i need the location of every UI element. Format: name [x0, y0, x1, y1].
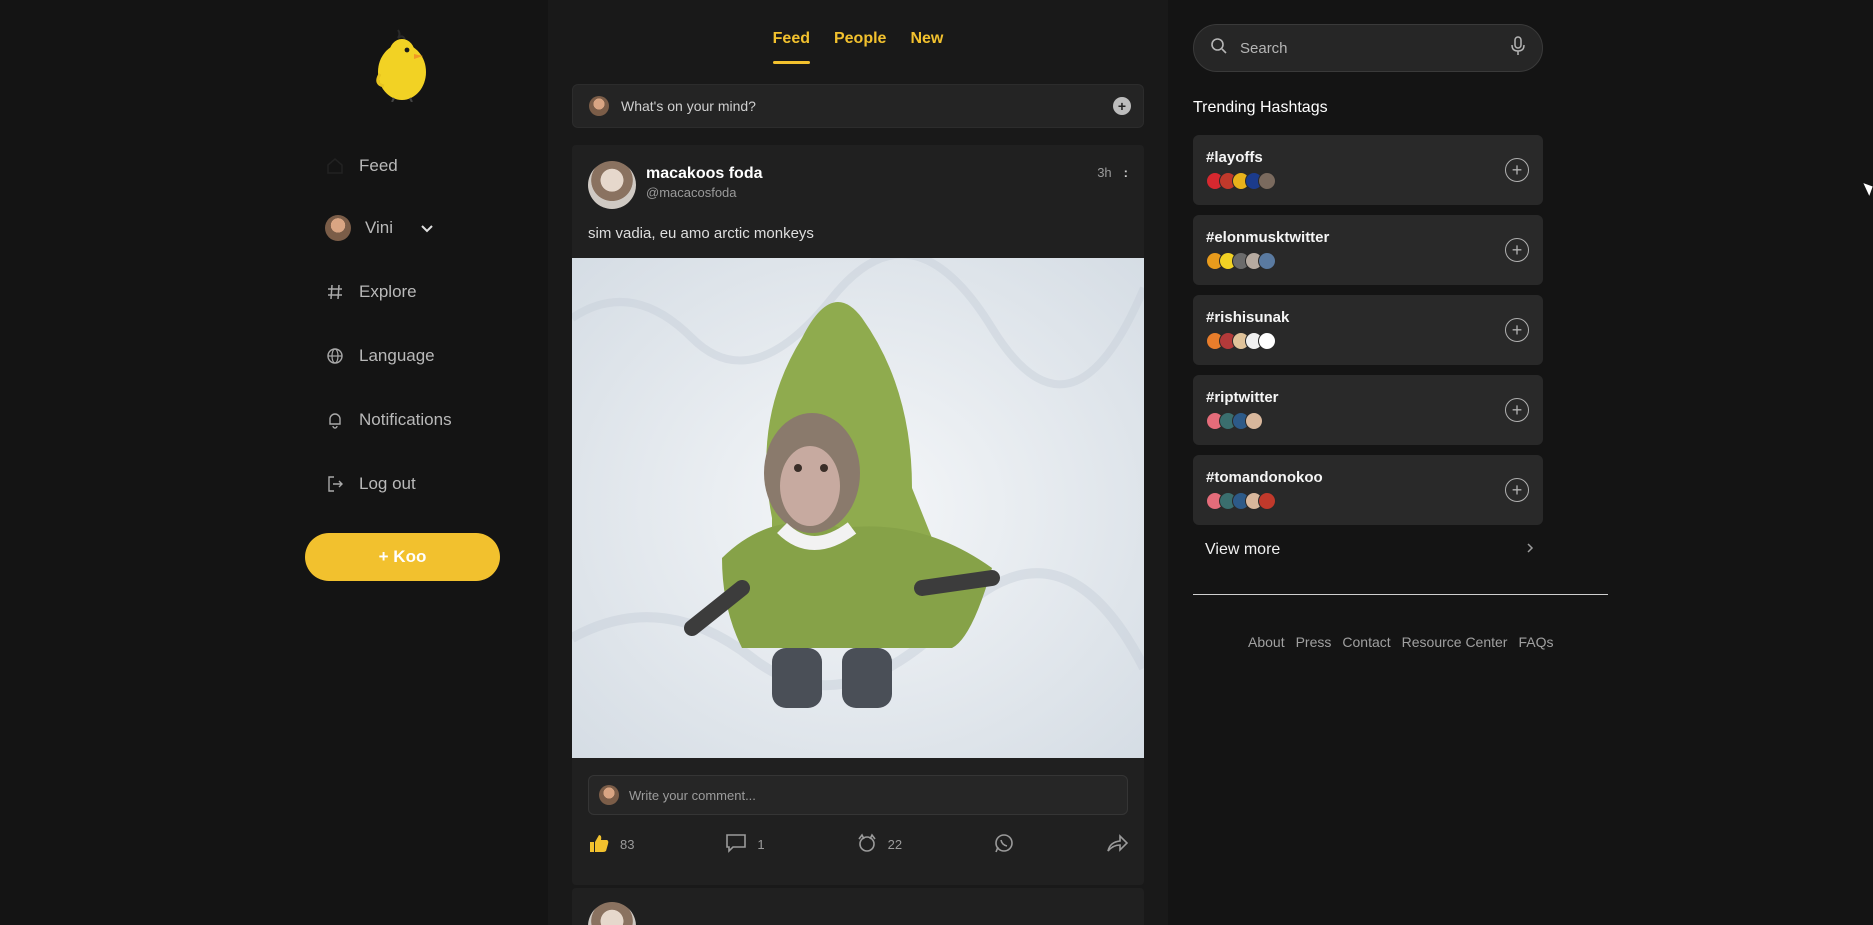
post-media-video[interactable] [572, 258, 1144, 758]
trending-hashtag[interactable]: #rishisunak + [1193, 295, 1543, 365]
hashtag-label: #rishisunak [1206, 309, 1290, 326]
author-avatar[interactable] [588, 902, 636, 925]
sidebar-item-label: Vini [365, 218, 394, 237]
microphone-icon[interactable] [1510, 35, 1526, 61]
feed-tabs: Feed People New [548, 0, 1168, 70]
share-button[interactable] [1106, 833, 1129, 856]
avatar-stack [1206, 412, 1263, 430]
bell-icon [325, 410, 345, 430]
view-more-link[interactable]: View more [1205, 541, 1535, 559]
like-button[interactable]: 83 [588, 833, 634, 856]
sidebar-item-profile[interactable]: Vini [325, 208, 437, 248]
composer-placeholder: What's on your mind? [621, 98, 756, 114]
share-icon [1106, 833, 1129, 856]
rekoo-icon [856, 832, 878, 856]
koo-logo[interactable] [374, 28, 430, 103]
sidebar-item-feed[interactable]: Feed [325, 146, 398, 186]
composer-input[interactable]: What's on your mind? + [572, 84, 1144, 128]
sidebar-item-label: Explore [359, 282, 417, 301]
post-actions: 83 1 22 [588, 829, 1129, 859]
avatar [325, 215, 351, 241]
hashtag-label: #tomandonokoo [1206, 469, 1323, 486]
post-time: 3h [1097, 165, 1112, 180]
comment-icon [725, 833, 747, 856]
left-sidebar: Feed Vini Explore Language Notifications… [0, 0, 548, 925]
trending-hashtag[interactable]: #layoffs + [1193, 135, 1543, 205]
author-name[interactable]: macakoos foda [646, 165, 762, 183]
logout-icon [325, 474, 345, 494]
footer-link-press[interactable]: Press [1296, 634, 1332, 650]
whatsapp-icon [993, 833, 1015, 856]
hashtag-label: #elonmusktwitter [1206, 229, 1330, 246]
post-author: macakoos foda @macacosfoda [646, 161, 762, 200]
right-sidebar: Trending Hashtags #layoffs + #elonmusktw… [1168, 0, 1873, 925]
koo-post: macakoos foda @macacosfoda 3h : sim vadi… [572, 145, 1144, 885]
trending-hashtag[interactable]: #riptwitter + [1193, 375, 1543, 445]
search-bar[interactable] [1193, 24, 1543, 72]
view-more-label: View more [1205, 541, 1281, 558]
comment-input[interactable]: Write your comment... [588, 775, 1128, 815]
feed-column: Feed People New What's on your mind? + m… [548, 0, 1168, 925]
tab-new[interactable]: New [910, 30, 943, 64]
footer-link-resource-center[interactable]: Resource Center [1402, 634, 1508, 650]
post-header: macakoos foda @macacosfoda 3h : [588, 161, 1128, 211]
avatar-stack [1206, 492, 1276, 510]
comment-placeholder: Write your comment... [629, 787, 756, 803]
tab-feed[interactable]: Feed [772, 30, 811, 64]
post-meta: 3h : [1097, 161, 1128, 180]
hashtag-icon [325, 282, 345, 302]
follow-hashtag-icon[interactable]: + [1505, 478, 1529, 502]
author-handle[interactable]: @macacosfoda [646, 185, 762, 200]
avatar-stack [1206, 332, 1276, 350]
chevron-right-icon [1525, 541, 1535, 559]
sidebar-item-language[interactable]: Language [325, 336, 435, 376]
avatar [589, 96, 609, 116]
author-avatar[interactable] [588, 161, 636, 209]
footer-link-faqs[interactable]: FAQs [1518, 634, 1553, 650]
follow-hashtag-icon[interactable]: + [1505, 238, 1529, 262]
comment-button[interactable]: 1 [725, 833, 765, 856]
hashtag-label: #layoffs [1206, 149, 1263, 166]
trending-hashtag[interactable]: #tomandonokoo + [1193, 455, 1543, 525]
follow-hashtag-icon[interactable]: + [1505, 318, 1529, 342]
follow-hashtag-icon[interactable]: + [1505, 158, 1529, 182]
home-icon [325, 156, 345, 176]
search-input[interactable] [1240, 39, 1498, 57]
sidebar-item-notifications[interactable]: Notifications [325, 400, 452, 440]
hashtag-label: #riptwitter [1206, 389, 1279, 406]
footer-link-about[interactable]: About [1248, 634, 1285, 650]
footer-links: About Press Contact Resource Center FAQs [1248, 634, 1553, 650]
tab-people[interactable]: People [834, 30, 886, 64]
new-koo-button[interactable]: + Koo [305, 533, 500, 581]
sidebar-item-label: Feed [359, 156, 398, 175]
follow-hashtag-icon[interactable]: + [1505, 398, 1529, 422]
sidebar-item-label: Language [359, 346, 435, 365]
rekoo-count: 22 [887, 836, 903, 852]
next-koo-post [572, 888, 1144, 925]
sidebar-item-label: Notifications [359, 410, 452, 429]
globe-icon [325, 346, 345, 366]
avatar [599, 785, 619, 805]
avatar-stack [1206, 172, 1276, 190]
thumbs-up-icon [588, 833, 610, 856]
search-icon [1210, 37, 1228, 60]
sidebar-item-label: Log out [359, 474, 416, 493]
more-options-icon[interactable]: : [1124, 165, 1128, 180]
trending-hashtag[interactable]: #elonmusktwitter + [1193, 215, 1543, 285]
trending-title: Trending Hashtags [1193, 99, 1328, 116]
sidebar-item-explore[interactable]: Explore [325, 272, 417, 312]
post-text: sim vadia, eu amo arctic monkeys [588, 225, 814, 242]
like-count: 83 [620, 836, 635, 852]
rekoo-button[interactable]: 22 [856, 832, 903, 856]
divider [1193, 594, 1608, 595]
avatar-stack [1206, 252, 1276, 270]
add-icon[interactable]: + [1113, 97, 1131, 115]
chevron-down-icon[interactable] [417, 218, 437, 238]
comment-count: 1 [757, 836, 765, 852]
whatsapp-share-button[interactable] [993, 833, 1015, 856]
sidebar-item-logout[interactable]: Log out [325, 464, 416, 504]
footer-link-contact[interactable]: Contact [1342, 634, 1390, 650]
